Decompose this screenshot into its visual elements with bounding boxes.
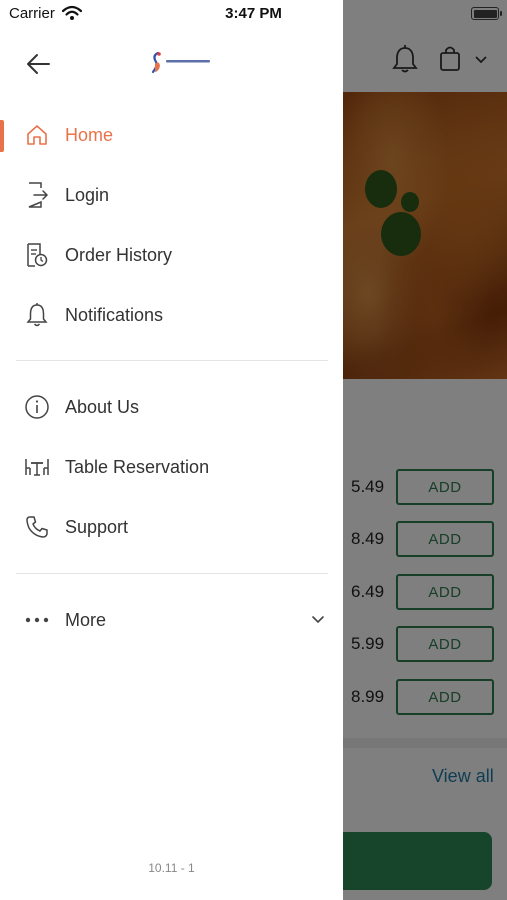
bell-icon [24, 302, 50, 328]
menu-item-label: Table Reservation [65, 456, 210, 477]
chevron-down-icon [312, 616, 324, 624]
more-menu: More [0, 590, 343, 650]
menu-item-order-history[interactable]: Order History [0, 225, 343, 285]
menu-item-label: Home [65, 124, 114, 145]
secondary-menu: About Us Table Reservation Support [0, 377, 343, 557]
restaurant-logo [151, 51, 210, 74]
status-bar: Carrier 3:47 PM [0, 0, 507, 28]
login-icon [24, 182, 50, 208]
menu-item-more[interactable]: More [0, 590, 343, 650]
menu-item-label: Order History [65, 244, 173, 265]
menu-item-support[interactable]: Support [0, 497, 343, 557]
primary-menu: Home Login Order History Notifications [0, 105, 343, 345]
menu-item-label: About Us [65, 396, 140, 417]
menu-item-table-reservation[interactable]: Table Reservation [0, 437, 343, 497]
menu-item-home[interactable]: Home [0, 105, 343, 165]
info-icon [24, 394, 50, 420]
menu-item-login[interactable]: Login [0, 165, 343, 225]
menu-divider [16, 360, 328, 361]
app-version: 10.11 - 1 [148, 861, 195, 875]
arrow-left-icon [27, 54, 50, 74]
menu-divider [16, 573, 328, 574]
battery-icon [471, 7, 502, 20]
menu-item-label: Support [65, 516, 129, 537]
phone-icon [24, 514, 50, 540]
more-dots-icon [24, 607, 50, 633]
clock: 3:47 PM [225, 5, 282, 22]
menu-item-label: More [65, 609, 107, 630]
home-icon [24, 122, 50, 148]
back-button[interactable] [22, 48, 54, 80]
menu-item-label: Login [65, 184, 110, 205]
menu-item-label: Notifications [65, 304, 164, 325]
order-history-icon [24, 242, 50, 268]
menu-item-notifications[interactable]: Notifications [0, 285, 343, 345]
navigation-drawer: Home Login Order History Notifications A… [0, 0, 343, 900]
menu-item-about-us[interactable]: About Us [0, 377, 343, 437]
table-icon [24, 454, 50, 480]
active-indicator [0, 120, 4, 152]
